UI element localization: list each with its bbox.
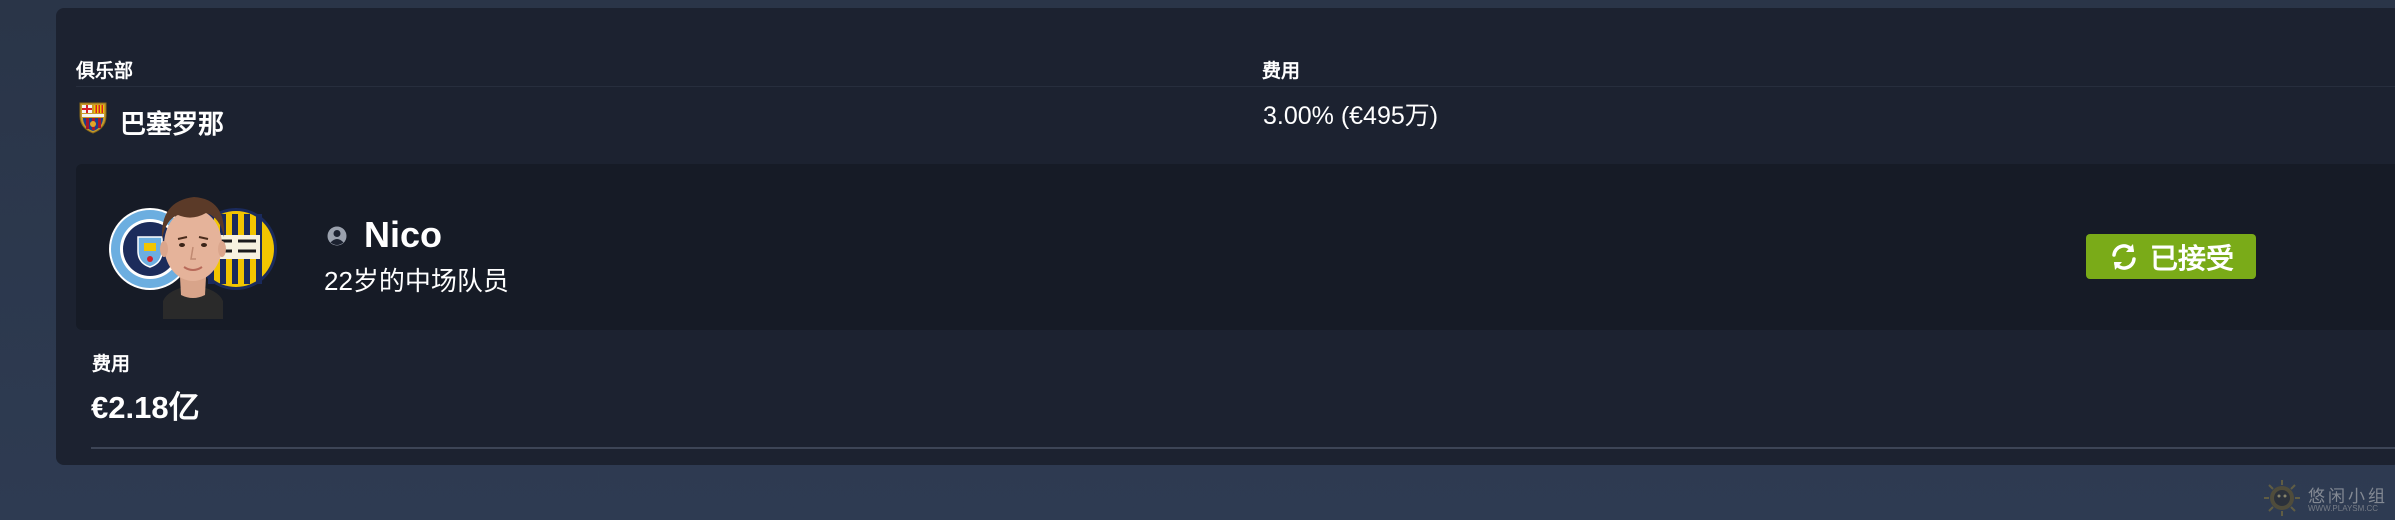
watermark-logo-icon	[2264, 480, 2300, 516]
player-card[interactable]: Nico 22岁的中场队员 已接受	[76, 164, 2395, 330]
fee-percentage-value: 3.00% (€495万)	[1263, 102, 1439, 130]
person-icon	[327, 226, 347, 246]
club-section-label: 俱乐部	[76, 61, 134, 82]
club-name[interactable]: 巴塞罗那	[120, 104, 224, 141]
total-fee-label: 费用	[92, 354, 131, 375]
player-face-icon	[160, 197, 226, 319]
player-avatar	[109, 197, 277, 319]
accepted-status-button[interactable]: 已接受	[2086, 234, 2256, 279]
total-fee-value: €2.18亿	[91, 390, 200, 425]
watermark-url: WWW.PLAYSM.CC	[2308, 504, 2379, 513]
fc-barcelona-crest-icon	[79, 102, 107, 134]
bottom-divider	[91, 447, 2395, 449]
refresh-icon	[2112, 243, 2136, 270]
player-description: 22岁的中场队员	[324, 266, 509, 296]
fee-section-label: 费用	[1262, 61, 1301, 82]
accepted-status-label: 已接受	[2149, 242, 2234, 274]
watermark: 悠闲小组 WWW.PLAYSM.CC	[2262, 478, 2392, 516]
player-name[interactable]: Nico	[364, 214, 442, 256]
transfer-details-panel: 俱乐部 费用 巴塞罗那 3.00% (€495万) Nico 22岁的中场队员 …	[56, 8, 2395, 465]
header-divider	[76, 86, 2395, 87]
